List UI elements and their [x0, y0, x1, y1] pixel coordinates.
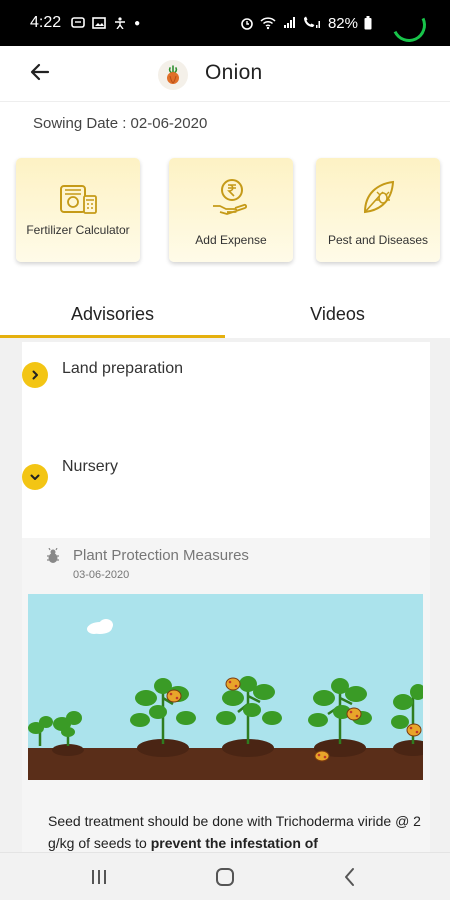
page-title: Onion — [205, 61, 263, 84]
gallery-icon — [92, 17, 106, 29]
battery-percent: 82% — [327, 14, 358, 32]
add-expense-label: Add Expense — [195, 233, 267, 247]
section-land-preparation[interactable]: Land preparation — [22, 360, 183, 388]
advisory-description: Seed treatment should be done with Trich… — [48, 810, 428, 854]
loading-spinner-icon — [387, 3, 431, 47]
call-signal-icon — [303, 16, 320, 28]
onion-icon — [158, 60, 188, 90]
section-label: Nursery — [62, 458, 119, 475]
status-system-icons: 82% — [240, 0, 372, 46]
advisory-card[interactable]: Plant Protection Measures 03-06-2020 See… — [22, 538, 430, 854]
tab-advisories[interactable]: Advisories — [0, 290, 225, 338]
advisory-text-bold: prevent the infestation of — [150, 835, 318, 851]
pest-and-diseases-card[interactable]: Pest and Diseases — [316, 158, 440, 262]
tab-videos[interactable]: Videos — [225, 290, 450, 338]
add-expense-card[interactable]: Add Expense — [169, 158, 293, 262]
status-bar: 4:22 ● 82% — [0, 0, 450, 47]
chevron-right-icon[interactable] — [22, 362, 48, 388]
app-bar: Onion — [0, 46, 450, 102]
wifi-icon — [260, 17, 276, 30]
advisory-date: 03-06-2020 — [73, 569, 130, 581]
fertilizer-calculator-label: Fertilizer Calculator — [26, 223, 130, 237]
home-icon[interactable] — [213, 865, 237, 889]
back-icon[interactable] — [338, 865, 362, 889]
pest-plants-illustration — [28, 594, 423, 780]
back-arrow-icon[interactable] — [28, 60, 52, 84]
status-notification-icons: ● — [71, 17, 140, 29]
dot-icon: ● — [134, 17, 141, 29]
advisories-content: Land preparation Nursery Plant Protectio… — [0, 338, 450, 854]
recents-icon[interactable] — [87, 865, 111, 889]
stage-list: Land preparation Nursery — [22, 342, 430, 538]
fertilizer-calculator-icon — [60, 185, 97, 214]
sowing-date: Sowing Date : 02-06-2020 — [33, 115, 208, 132]
alarm-icon — [241, 18, 253, 30]
battery-icon — [364, 16, 372, 30]
system-nav-bar — [0, 852, 450, 900]
section-label: Land preparation — [62, 360, 183, 377]
accessibility-icon — [115, 17, 126, 29]
pest-leaf-icon — [363, 180, 395, 214]
signal-icon — [283, 17, 295, 28]
message-icon — [71, 17, 85, 28]
tab-bar: Advisories Videos — [0, 290, 450, 338]
status-time: 4:22 — [30, 14, 62, 31]
action-cards: Fertilizer Calculator Add Expense Pest a… — [16, 158, 450, 264]
section-nursery[interactable]: Nursery — [22, 458, 118, 490]
rupee-hand-icon — [213, 179, 247, 215]
pest-and-diseases-label: Pest and Diseases — [327, 233, 429, 247]
chevron-down-icon[interactable] — [22, 464, 48, 490]
bug-icon — [47, 548, 59, 563]
advisory-title: Plant Protection Measures — [73, 547, 249, 564]
fertilizer-calculator-card[interactable]: Fertilizer Calculator — [16, 158, 140, 262]
